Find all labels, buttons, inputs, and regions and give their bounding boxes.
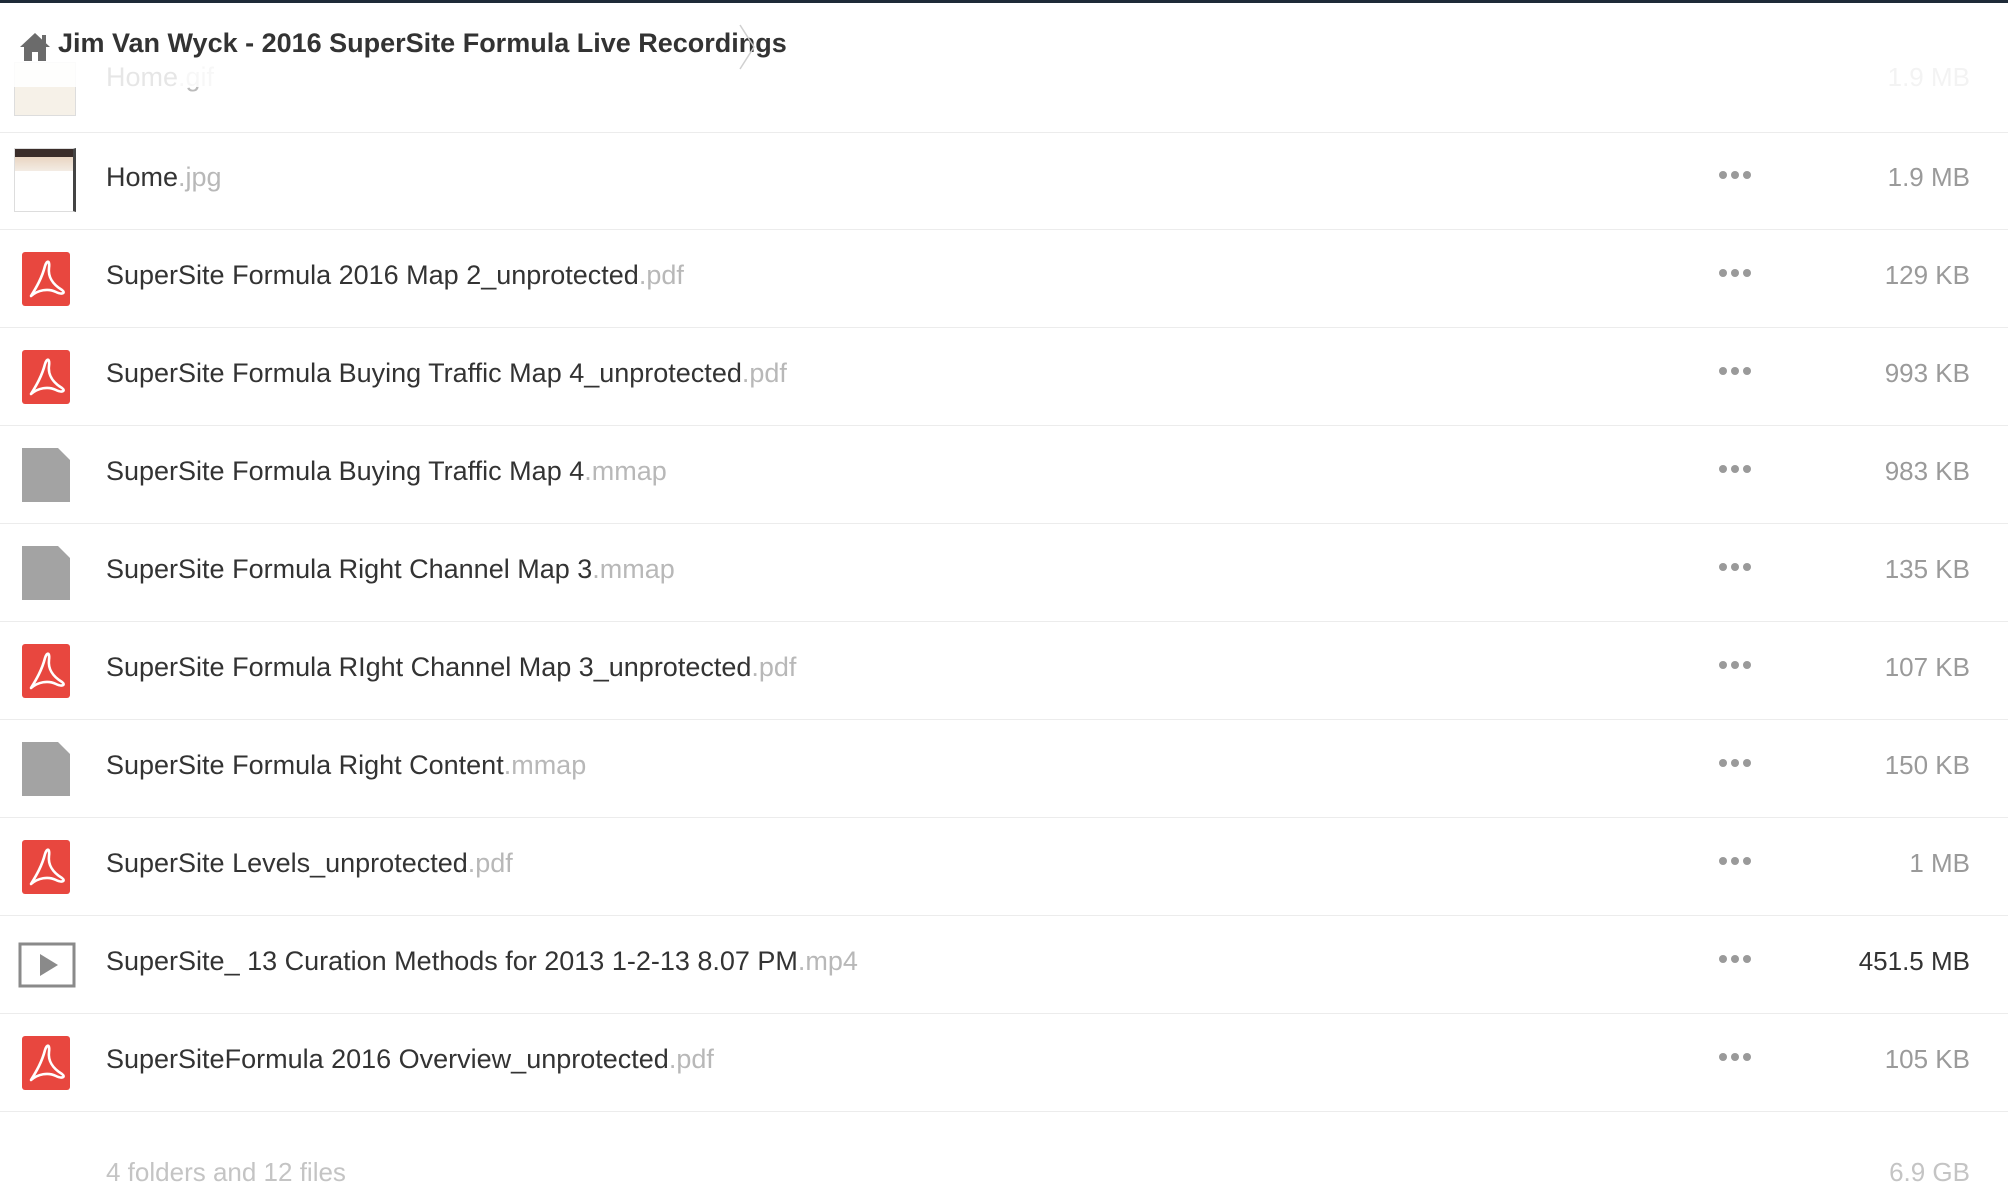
pdf-icon — [22, 1036, 70, 1090]
file-size: 105 KB — [1884, 1044, 1970, 1074]
image-thumbnail-icon — [14, 148, 76, 212]
file-name[interactable]: SuperSite Formula Right Content.mmap — [106, 750, 586, 781]
breadcrumb-separator-icon — [739, 24, 755, 70]
more-options-icon[interactable] — [1718, 364, 1752, 378]
folder-summary: 4 folders and 12 files 6.9 GB — [0, 1133, 2008, 1194]
more-options-icon[interactable] — [1718, 462, 1752, 476]
file-row[interactable]: Home.jpg 1.9 MB — [0, 132, 2008, 230]
file-row[interactable]: SuperSite Formula Buying Traffic Map 4.m… — [0, 426, 2008, 524]
file-row[interactable]: SuperSite Formula RIght Channel Map 3_un… — [0, 622, 2008, 720]
file-row[interactable]: SuperSiteFormula 2016 Overview_unprotect… — [0, 1014, 2008, 1112]
file-name[interactable]: SuperSite Formula Buying Traffic Map 4_u… — [106, 358, 787, 389]
home-icon[interactable] — [18, 31, 52, 63]
file-name[interactable]: SuperSite Formula 2016 Map 2_unprotected… — [106, 260, 684, 291]
file-size: 983 KB — [1884, 456, 1970, 486]
pdf-icon — [22, 840, 70, 894]
file-name[interactable]: SuperSiteFormula 2016 Overview_unprotect… — [106, 1044, 714, 1075]
file-name[interactable]: SuperSite Formula Buying Traffic Map 4.m… — [106, 456, 667, 487]
file-row[interactable]: SuperSite Formula Right Content.mmap 150 … — [0, 720, 2008, 818]
file-list: Home.jpg 1.9 MB SuperSite Formula 2016 Map… — [0, 132, 2008, 1112]
pdf-icon — [22, 252, 70, 306]
more-options-icon[interactable] — [1718, 266, 1752, 280]
file-row[interactable]: SuperSite Formula Buying Traffic Map 4_u… — [0, 328, 2008, 426]
file-size: 451.5 MB — [1858, 946, 1970, 976]
breadcrumb: Jim Van Wyck - 2016 SuperSite Formula Li… — [0, 3, 2008, 87]
file-size: 129 KB — [1884, 260, 1970, 290]
file-size: 1 MB — [1909, 848, 1970, 878]
breadcrumb-current-folder[interactable]: Jim Van Wyck - 2016 SuperSite Formula Li… — [58, 28, 787, 59]
more-options-icon[interactable] — [1718, 560, 1752, 574]
video-icon — [18, 942, 76, 988]
file-row[interactable]: SuperSite_ 13 Curation Methods for 2013 … — [0, 916, 2008, 1014]
file-size: 135 KB — [1884, 554, 1970, 584]
file-size: 993 KB — [1884, 358, 1970, 388]
file-icon — [22, 546, 70, 600]
file-row[interactable]: SuperSite Formula Right Channel Map 3.mm… — [0, 524, 2008, 622]
more-options-icon[interactable] — [1718, 168, 1752, 182]
file-name[interactable]: SuperSite Formula RIght Channel Map 3_un… — [106, 652, 796, 683]
total-size: 6.9 GB — [1889, 1157, 1970, 1187]
file-size: 1.9 MB — [1887, 162, 1970, 192]
pdf-icon — [22, 350, 70, 404]
file-row[interactable]: SuperSite Levels_unprotected.pdf 1 MB — [0, 818, 2008, 916]
file-row[interactable]: SuperSite Formula 2016 Map 2_unprotected… — [0, 230, 2008, 328]
file-icon — [22, 742, 70, 796]
more-options-icon[interactable] — [1718, 1050, 1752, 1064]
file-name[interactable]: SuperSite Formula Right Channel Map 3.mm… — [106, 554, 675, 585]
more-options-icon[interactable] — [1718, 756, 1752, 770]
more-options-icon[interactable] — [1718, 854, 1752, 868]
file-name[interactable]: SuperSite_ 13 Curation Methods for 2013 … — [106, 946, 858, 977]
file-size: 150 KB — [1884, 750, 1970, 780]
file-icon — [22, 448, 70, 502]
file-size: 107 KB — [1884, 652, 1970, 682]
file-name[interactable]: SuperSite Levels_unprotected.pdf — [106, 848, 513, 879]
more-options-icon[interactable] — [1718, 952, 1752, 966]
file-name[interactable]: Home.jpg — [106, 162, 222, 193]
more-options-icon[interactable] — [1718, 658, 1752, 672]
item-count: 4 folders and 12 files — [106, 1157, 346, 1187]
pdf-icon — [22, 644, 70, 698]
